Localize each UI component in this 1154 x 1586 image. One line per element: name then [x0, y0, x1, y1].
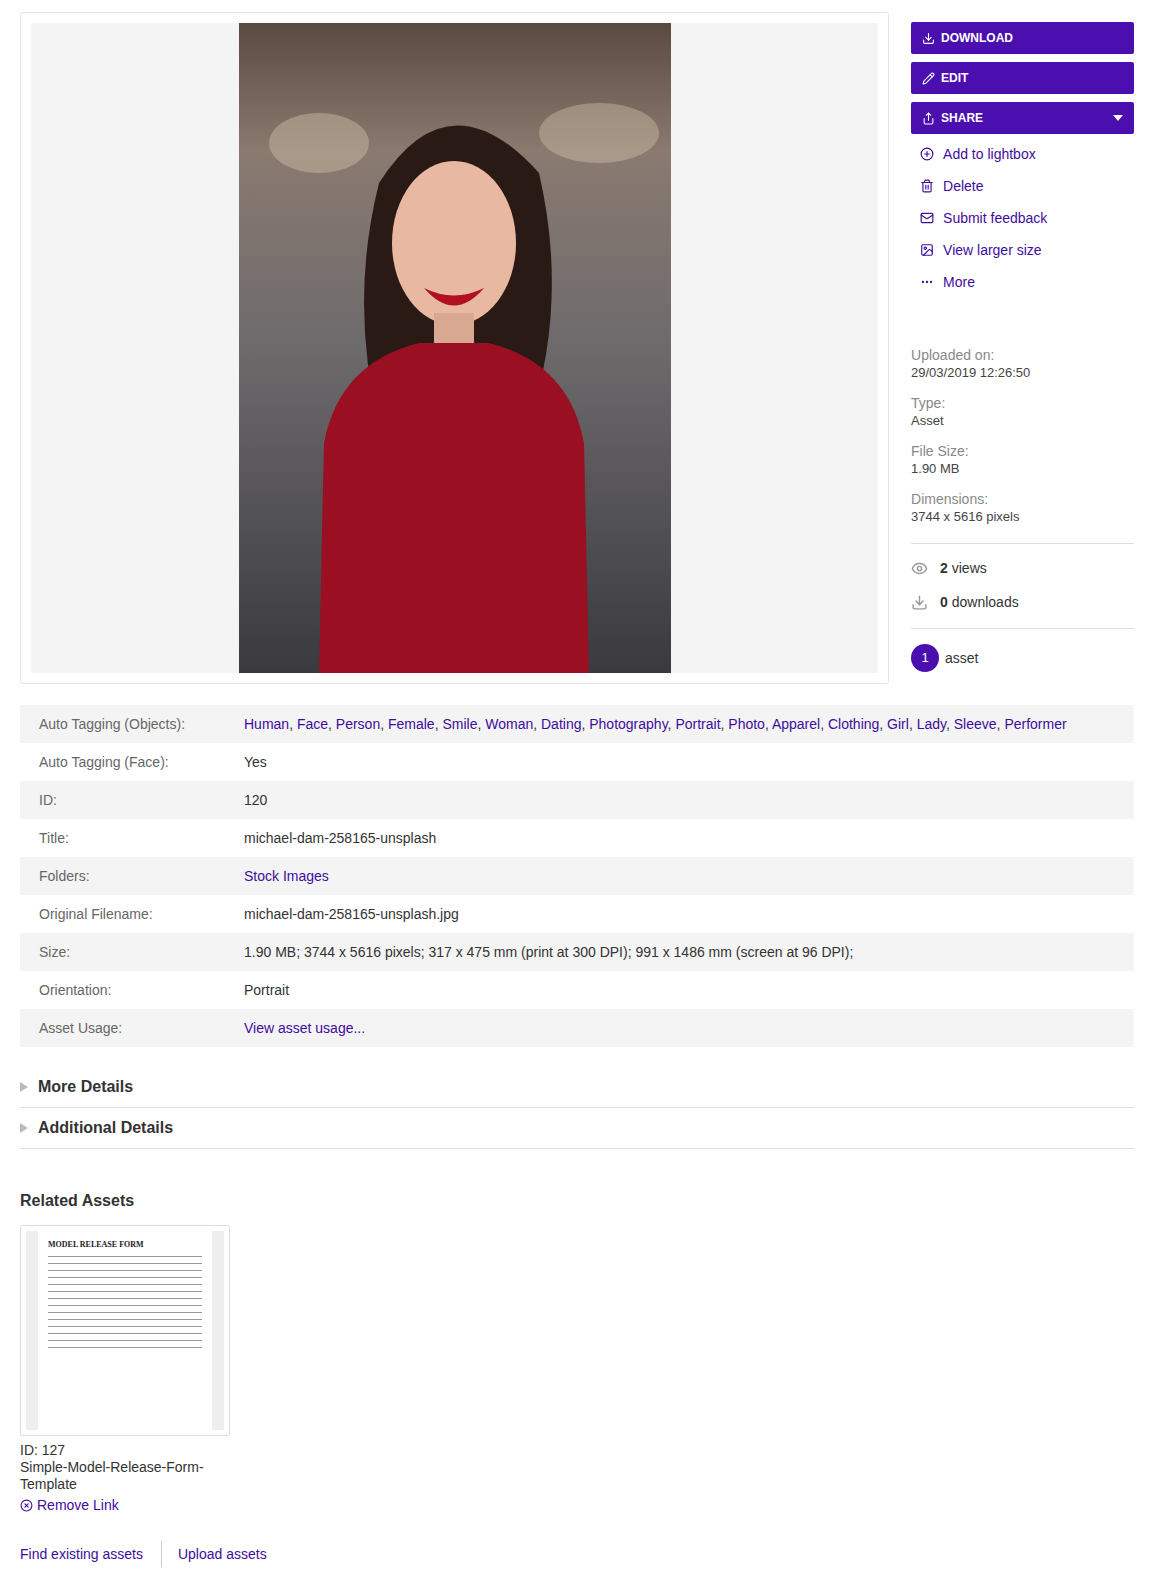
- tag-link[interactable]: Photo: [728, 716, 765, 732]
- tag-link[interactable]: Portrait: [675, 716, 720, 732]
- action-icon: [922, 112, 935, 125]
- action-icon: [922, 72, 935, 85]
- remove-icon: [20, 1499, 33, 1512]
- stat: 2 views: [911, 560, 1134, 577]
- preview-panel: [20, 12, 889, 684]
- document-thumbnail[interactable]: MODEL RELEASE FORM: [26, 1231, 224, 1430]
- collapsible-section[interactable]: Additional Details: [20, 1108, 1134, 1149]
- tag-link[interactable]: Dating: [541, 716, 581, 732]
- action-button[interactable]: SHARE: [911, 102, 1134, 134]
- tag-link[interactable]: Apparel: [772, 716, 820, 732]
- asset-preview-image: [239, 23, 671, 673]
- action-link[interactable]: Submit feedback: [911, 202, 1134, 234]
- asset-count: 1asset: [911, 628, 1134, 672]
- tag-link[interactable]: Performer: [1004, 716, 1066, 732]
- detail-link[interactable]: View asset usage...: [244, 1020, 365, 1036]
- download-icon: [911, 594, 928, 611]
- detail-link[interactable]: Stock Images: [244, 868, 329, 884]
- details-row: Folders:Stock Images: [20, 857, 1134, 895]
- expand-arrow-icon: [20, 1082, 28, 1092]
- tag-link[interactable]: Sleeve: [954, 716, 997, 732]
- tag-link[interactable]: Face: [297, 716, 328, 732]
- details-row: Original Filename:michael-dam-258165-uns…: [20, 895, 1134, 933]
- details-table: Auto Tagging (Objects):Human, Face, Pers…: [20, 705, 1134, 1047]
- info-field: File Size:1.90 MB: [911, 443, 1134, 477]
- footer-link[interactable]: Find existing assets: [20, 1541, 161, 1567]
- stat: 0 downloads: [911, 594, 1134, 611]
- related-asset: MODEL RELEASE FORMID: 127Simple-Model-Re…: [20, 1225, 230, 1516]
- dropdown-caret-icon[interactable]: [1113, 115, 1123, 121]
- info-field: Dimensions:3744 x 5616 pixels: [911, 491, 1134, 525]
- details-row: Title:michael-dam-258165-unsplash: [20, 819, 1134, 857]
- action-button[interactable]: DOWNLOAD: [911, 22, 1134, 54]
- link-icon: [920, 211, 934, 225]
- details-row: Size:1.90 MB; 3744 x 5616 pixels; 317 x …: [20, 933, 1134, 971]
- info-field: Uploaded on:29/03/2019 12:26:50: [911, 347, 1134, 381]
- action-icon: [922, 32, 935, 45]
- link-icon: [920, 147, 934, 161]
- tag-link[interactable]: Female: [388, 716, 435, 732]
- footer-link[interactable]: Upload assets: [161, 1541, 267, 1567]
- tag-link[interactable]: Girl: [887, 716, 909, 732]
- action-link[interactable]: View larger size: [911, 234, 1134, 266]
- details-row: Orientation:Portrait: [20, 971, 1134, 1009]
- tag-link[interactable]: Human: [244, 716, 289, 732]
- tag-link[interactable]: Person: [336, 716, 380, 732]
- tag-link[interactable]: Clothing: [828, 716, 879, 732]
- tag-link[interactable]: Smile: [442, 716, 477, 732]
- sidebar: DOWNLOAD EDIT SHARE Add to lightboxDeleteSu…: [911, 12, 1134, 684]
- document-title: MODEL RELEASE FORM: [48, 1241, 202, 1250]
- eye-icon: [911, 560, 928, 577]
- details-row: Auto Tagging (Objects):Human, Face, Pers…: [20, 705, 1134, 743]
- details-row: ID:120: [20, 781, 1134, 819]
- action-button[interactable]: EDIT: [911, 62, 1134, 94]
- asset-page: DOWNLOAD EDIT SHARE Add to lightboxDeleteSu…: [0, 0, 1154, 1586]
- action-link[interactable]: Add to lightbox: [911, 138, 1134, 170]
- collapsible-section[interactable]: More Details: [20, 1067, 1134, 1108]
- tag-link[interactable]: Lady: [917, 716, 946, 732]
- link-icon: [920, 275, 934, 289]
- details-row: Asset Usage:View asset usage...: [20, 1009, 1134, 1047]
- action-link[interactable]: Delete: [911, 170, 1134, 202]
- info-field: Type:Asset: [911, 395, 1134, 429]
- details-row: Auto Tagging (Face):Yes: [20, 743, 1134, 781]
- remove-link[interactable]: Remove Link: [20, 1495, 230, 1516]
- link-icon: [920, 179, 934, 193]
- tag-link[interactable]: Woman: [485, 716, 533, 732]
- expand-arrow-icon: [20, 1123, 28, 1133]
- link-icon: [920, 243, 934, 257]
- action-link[interactable]: More: [911, 266, 1134, 298]
- tag-link[interactable]: Photography: [589, 716, 667, 732]
- related-assets-heading: Related Assets: [20, 1191, 1134, 1211]
